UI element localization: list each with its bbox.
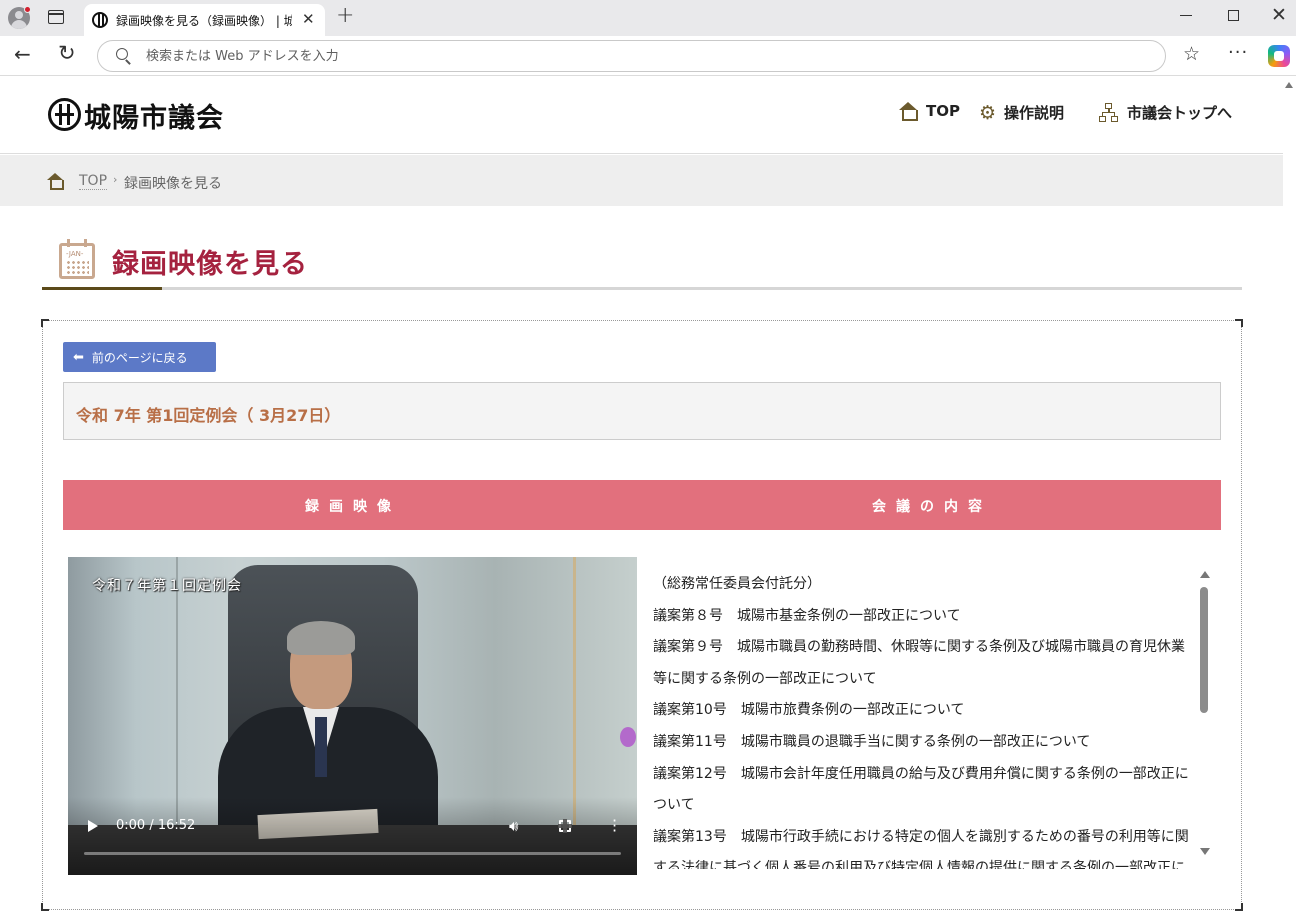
video-time: 0:00 / 16:52 (116, 818, 196, 833)
address-bar[interactable] (97, 40, 1166, 72)
calendar-month-label: -JAN- (66, 250, 84, 258)
breadcrumb-separator: › (113, 173, 118, 186)
tab-title: 録画映像を見る（録画映像） | 城陽市議会 (116, 14, 292, 28)
tab-actions-icon[interactable] (48, 10, 64, 24)
notification-dot (24, 6, 31, 13)
table-header-row: 録画映像 会議の内容 (63, 480, 1221, 530)
agenda-item: 議案第12号 城陽市会計年度任用職員の給与及び費用弁償に関する条例の一部改正につ… (653, 765, 1189, 814)
reload-icon[interactable]: ↻ (58, 41, 76, 65)
back-arrow-icon[interactable]: ← (14, 42, 31, 66)
back-button-label: 前のページに戻る (91, 350, 188, 365)
calendar-icon: -JAN- (59, 239, 95, 279)
site-logo-text[interactable]: 城陽市議会 (84, 96, 224, 135)
sitemap-icon (1099, 102, 1119, 123)
nav-help-label: 操作説明 (1004, 104, 1065, 122)
nav-top-link[interactable]: TOP (898, 102, 960, 121)
browser-toolbar: ← ↻ ☆ ··· (0, 36, 1296, 76)
agenda-item: 議案第９号 城陽市職員の勤務時間、休暇等に関する条例及び城陽市職員の育児休業等に… (653, 639, 1185, 687)
maximize-icon[interactable] (1228, 10, 1239, 21)
header-video: 録画映像 (305, 499, 401, 515)
session-title-box: 令和 7年 第1回定例会（ 3月27日） (63, 382, 1221, 440)
city-emblem-icon[interactable] (48, 98, 81, 131)
search-icon (116, 48, 128, 60)
breadcrumb: TOP › 録画映像を見る (0, 155, 1283, 206)
window-close-icon[interactable]: ✕ (1271, 4, 1287, 26)
agenda-item: 議案第11号 城陽市職員の退職手当に関する条例の一部改正について (653, 733, 1091, 750)
site-header: 城陽市議会 TOP ⚙ 操作説明 市議会トップへ (0, 76, 1283, 154)
address-input[interactable] (146, 46, 1046, 66)
home-icon (898, 102, 918, 121)
video-controls (68, 797, 637, 875)
nav-help-link[interactable]: ⚙ 操作説明 (979, 102, 1064, 123)
agenda-item: 議案第10号 城陽市旅費条例の一部改正について (653, 702, 965, 719)
arrow-left-icon: ⬅ (73, 349, 84, 365)
page-title-section: -JAN- 録画映像を見る (42, 236, 1242, 290)
scrollbar-thumb[interactable] (1200, 587, 1208, 713)
agenda-item: （総務常任委員会付託分） (653, 576, 821, 592)
scroll-up-arrow-icon[interactable] (1200, 571, 1210, 578)
browser-tab-active[interactable]: 録画映像を見る（録画映像） | 城陽市議会 ✕ (84, 4, 325, 36)
new-tab-icon[interactable]: + (336, 3, 354, 28)
breadcrumb-home-icon[interactable] (47, 173, 65, 190)
page-scroll-up-icon[interactable] (1285, 82, 1293, 88)
nav-council-top-label: 市議会トップへ (1127, 104, 1233, 122)
play-icon[interactable] (88, 820, 98, 832)
page-title: 録画映像を見る (112, 249, 308, 280)
copilot-icon[interactable] (1268, 45, 1290, 67)
nav-top-label: TOP (926, 102, 960, 120)
session-title: 令和 7年 第1回定例会（ 3月27日） (76, 406, 341, 425)
gear-icon: ⚙ (979, 101, 997, 124)
agenda-list[interactable]: （総務常任委員会付託分） 議案第８号 城陽市基金条例の一部改正について 議案第９… (653, 569, 1198, 869)
back-to-previous-button[interactable]: ⬅ 前のページに戻る (63, 342, 216, 372)
header-meeting-content: 会議の内容 (872, 499, 992, 515)
more-menu-icon[interactable]: ··· (1228, 42, 1248, 63)
favorites-star-icon[interactable]: ☆ (1183, 43, 1200, 65)
content-box: ⬅ 前のページに戻る 令和 7年 第1回定例会（ 3月27日） 録画映像 会議の… (41, 319, 1243, 911)
breadcrumb-top-link[interactable]: TOP (79, 173, 108, 190)
tab-close-icon[interactable]: ✕ (302, 10, 315, 28)
browser-tab-bar: 録画映像を見る（録画映像） | 城陽市議会 ✕ + ✕ (0, 0, 1296, 36)
agenda-item: 議案第８号 城陽市基金条例の一部改正について (653, 607, 961, 624)
video-player[interactable]: 令和７年第１回定例会 0:00 / 16:52 🔊︎ · · · (68, 557, 637, 875)
fullscreen-icon[interactable] (558, 819, 572, 833)
site-favicon-icon (92, 12, 108, 28)
video-more-icon[interactable]: · · · (612, 813, 617, 839)
video-progress-bar[interactable] (84, 852, 621, 855)
title-underline-accent (42, 287, 162, 290)
agenda-item: 議案第13号 城陽市行政手続における特定の個人を識別するための番号の利用等に関す… (653, 828, 1189, 869)
nav-council-top-link[interactable]: 市議会トップへ (1099, 102, 1232, 123)
scroll-down-arrow-icon[interactable] (1200, 848, 1210, 855)
breadcrumb-current: 録画映像を見る (124, 176, 222, 192)
volume-icon[interactable]: 🔊︎ (509, 817, 518, 835)
minimize-icon[interactable] (1180, 15, 1192, 17)
video-overlay-caption: 令和７年第１回定例会 (92, 578, 242, 594)
